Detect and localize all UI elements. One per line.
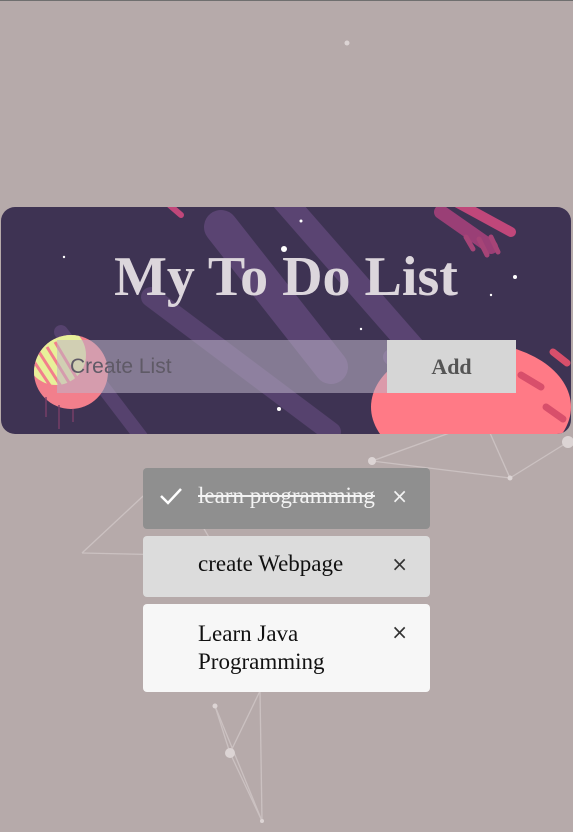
todo-item[interactable]: Learn Java Programming × [143, 604, 430, 692]
todo-item[interactable]: create Webpage × [143, 536, 430, 597]
page-title: My To Do List [114, 246, 458, 308]
close-icon[interactable]: × [391, 554, 408, 574]
header-card: My To Do List Add [1, 207, 571, 434]
todo-item[interactable]: learn programming × [143, 468, 430, 529]
todo-text: learn programming [198, 483, 375, 508]
create-list-input[interactable] [57, 340, 387, 393]
add-button[interactable]: Add [387, 340, 516, 393]
header-space-illustration [34, 207, 571, 434]
todo-text: Learn Java Programming [198, 621, 325, 674]
todo-text: create Webpage [198, 551, 344, 576]
todo-list: learn programming × create Webpage × Lea… [143, 468, 430, 699]
close-icon[interactable]: × [391, 486, 408, 506]
close-icon[interactable]: × [391, 622, 408, 642]
check-icon [160, 488, 182, 505]
